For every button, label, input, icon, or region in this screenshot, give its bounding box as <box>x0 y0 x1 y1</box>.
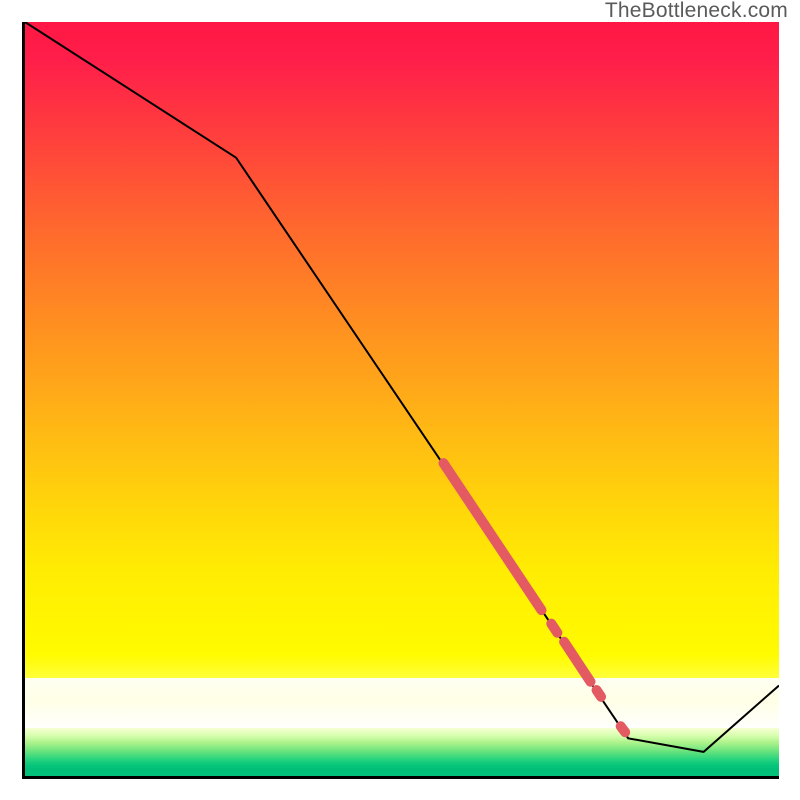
highlight-group <box>443 463 625 732</box>
highlight-segment <box>621 726 626 732</box>
chart-svg <box>25 22 779 776</box>
watermark-text: TheBottleneck.com <box>605 0 788 23</box>
highlight-segment <box>564 642 590 682</box>
bottleneck-curve <box>25 22 779 752</box>
highlight-segment <box>551 624 557 633</box>
chart-frame: TheBottleneck.com <box>0 0 800 800</box>
highlight-segment <box>597 690 602 697</box>
plot-area <box>22 22 779 779</box>
highlight-segment <box>443 463 541 610</box>
